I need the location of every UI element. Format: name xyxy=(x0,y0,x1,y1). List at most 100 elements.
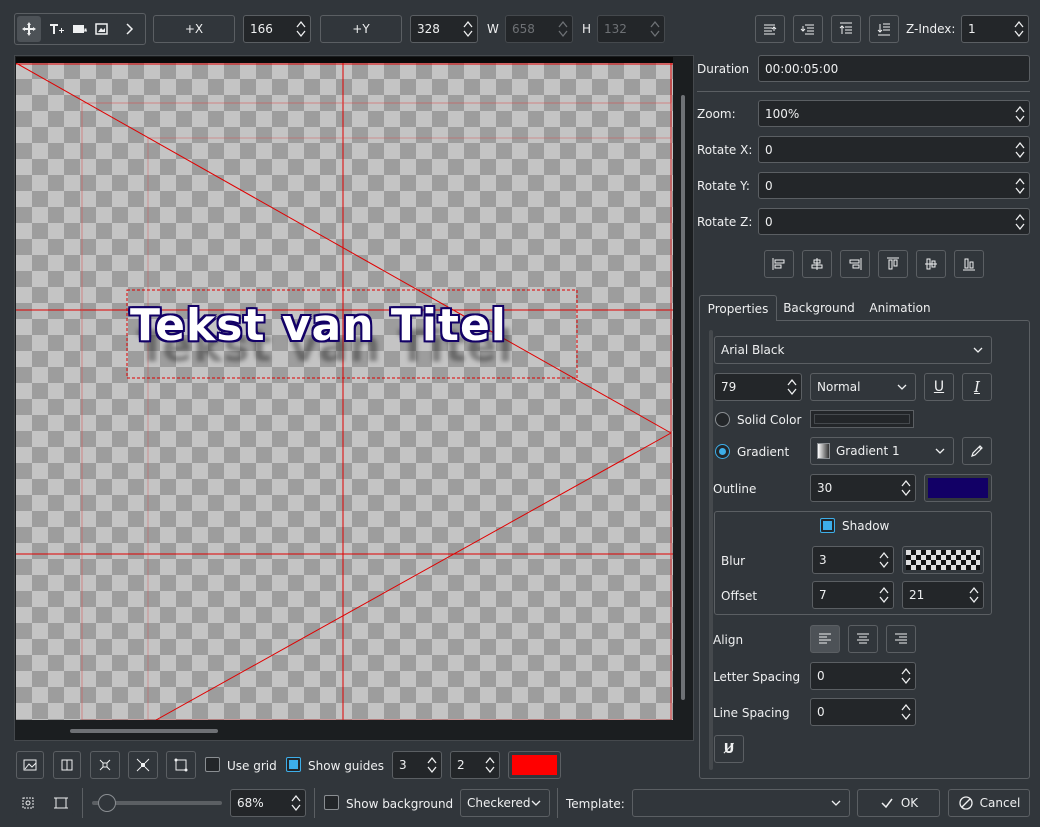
typewriter-icon: U̸ xyxy=(723,741,735,757)
check-icon xyxy=(881,798,893,809)
zindex-input[interactable]: 1 xyxy=(961,15,1029,43)
plus-y-button[interactable]: +Y xyxy=(320,15,402,43)
zoom-fit-button[interactable] xyxy=(16,790,40,816)
height-value: 132 xyxy=(604,22,627,36)
text-tool-button[interactable] xyxy=(44,16,68,42)
offset-y-value: 21 xyxy=(909,588,925,602)
outline-input[interactable]: 30 xyxy=(810,474,916,502)
chevron-down-icon xyxy=(831,800,841,806)
rotate-y-label: Rotate Y: xyxy=(697,179,750,193)
underline-button[interactable]: U xyxy=(924,373,954,401)
zoom-original-button[interactable] xyxy=(49,790,73,816)
offset-x-input[interactable]: 7 xyxy=(812,581,894,609)
font-family-select[interactable]: Arial Black xyxy=(714,336,992,364)
offset-y-input[interactable]: 21 xyxy=(902,581,984,609)
letter-spacing-input[interactable]: 0 xyxy=(810,662,916,690)
text-align-left-button[interactable] xyxy=(810,625,840,653)
tab-background[interactable]: Background xyxy=(779,295,859,321)
font-weight-select[interactable]: Normal xyxy=(810,373,916,401)
use-grid-checkbox[interactable] xyxy=(205,757,220,772)
spin-arrows-icon xyxy=(1015,105,1025,122)
guide-color-button[interactable] xyxy=(508,751,561,779)
gradient-radio[interactable] xyxy=(715,444,730,459)
align-left-button[interactable] xyxy=(764,250,794,278)
x-position-input[interactable]: 166 xyxy=(243,15,311,43)
zoom-slider-handle[interactable] xyxy=(98,794,116,812)
align-top-button[interactable] xyxy=(878,250,908,278)
line-spacing-input[interactable]: 0 xyxy=(810,698,916,726)
rotate-y-input[interactable]: 0 xyxy=(758,172,1030,199)
vertical-scrollbar[interactable] xyxy=(681,95,685,700)
shadow-color-button[interactable] xyxy=(902,546,984,574)
duration-input[interactable]: 00:00:05:00 xyxy=(758,55,1030,82)
image-tool-button[interactable] xyxy=(91,16,113,42)
safe-zone-button[interactable] xyxy=(53,751,81,779)
solid-color-swatch[interactable] xyxy=(810,410,914,428)
edit-gradient-button[interactable] xyxy=(962,437,992,465)
rotate-x-input[interactable]: 0 xyxy=(758,136,1030,163)
safe-area-outer xyxy=(81,102,672,720)
y-position-input[interactable]: 328 xyxy=(410,15,478,43)
width-value: 658 xyxy=(512,22,535,36)
raise-button[interactable] xyxy=(755,15,785,43)
guides-horizontal-input[interactable]: 3 xyxy=(392,751,442,779)
blur-input[interactable]: 3 xyxy=(812,546,894,574)
gradient-preview-icon xyxy=(817,443,830,459)
spin-arrows-icon xyxy=(463,20,473,38)
horizontal-scrollbar[interactable] xyxy=(70,729,218,733)
spin-arrows-icon xyxy=(291,794,301,812)
text-align-center-button[interactable] xyxy=(848,625,878,653)
typewriter-button[interactable]: U̸ xyxy=(714,735,744,763)
height-label: H xyxy=(582,22,592,36)
align-hcenter-button[interactable] xyxy=(802,250,832,278)
align-vcenter-button[interactable] xyxy=(916,250,946,278)
lower-button[interactable] xyxy=(793,15,823,43)
text-align-right-button[interactable] xyxy=(886,625,916,653)
center-button[interactable] xyxy=(128,751,158,779)
panel-scrollbar[interactable] xyxy=(709,330,713,770)
show-background-checkbox[interactable] xyxy=(324,795,339,810)
spin-arrows-icon xyxy=(901,703,911,721)
rotate-z-input[interactable]: 0 xyxy=(758,208,1030,235)
canvas-area[interactable] xyxy=(16,63,673,720)
zoom-original-icon xyxy=(54,797,68,809)
align-right-button[interactable] xyxy=(840,250,870,278)
lower-to-bottom-button[interactable] xyxy=(869,15,899,43)
rectangle-tool-button[interactable] xyxy=(68,16,90,42)
align-hcenter-icon xyxy=(811,258,823,270)
background-image-button[interactable] xyxy=(16,751,44,779)
align-bottom-button[interactable] xyxy=(954,250,984,278)
snap-button[interactable] xyxy=(90,751,120,779)
zoom-input[interactable]: 100% xyxy=(758,100,1030,127)
safe-area-inner xyxy=(147,137,672,720)
underline-icon: U xyxy=(933,379,945,395)
gradient-label: Gradient xyxy=(737,445,790,459)
guides-vertical-input[interactable]: 2 xyxy=(450,751,500,779)
more-tools-button[interactable] xyxy=(116,16,142,42)
plus-x-button[interactable]: +X xyxy=(153,15,235,43)
gradient-select[interactable]: Gradient 1 xyxy=(810,437,954,465)
template-select[interactable] xyxy=(632,789,850,817)
tab-animation[interactable]: Animation xyxy=(862,295,938,321)
font-size-input[interactable]: 79 xyxy=(714,373,802,401)
show-guides-checkbox[interactable] xyxy=(286,757,301,772)
zoom-fit-icon xyxy=(22,797,34,809)
width-input[interactable]: 658 xyxy=(505,15,573,43)
rotate-x-value: 0 xyxy=(765,142,773,157)
ok-button[interactable]: OK xyxy=(857,789,940,817)
background-mode-select[interactable]: Checkered xyxy=(460,789,550,817)
solid-color-radio[interactable] xyxy=(715,412,730,427)
transform-button[interactable] xyxy=(166,751,196,779)
canvas-title-text[interactable]: Tekst van Titel xyxy=(130,300,507,351)
outline-color-button[interactable] xyxy=(924,474,992,502)
tab-properties[interactable]: Properties xyxy=(699,295,777,321)
raise-to-top-button[interactable] xyxy=(831,15,861,43)
italic-button[interactable]: I xyxy=(962,373,992,401)
font-weight-value: Normal xyxy=(817,380,861,394)
cancel-button[interactable]: Cancel xyxy=(948,789,1030,817)
shadow-checkbox[interactable] xyxy=(820,518,835,533)
height-input[interactable]: 132 xyxy=(597,15,665,43)
zoom-percent-input[interactable]: 68% xyxy=(230,789,306,817)
select-tool-button[interactable] xyxy=(17,16,41,42)
spin-arrows-icon xyxy=(879,586,889,604)
